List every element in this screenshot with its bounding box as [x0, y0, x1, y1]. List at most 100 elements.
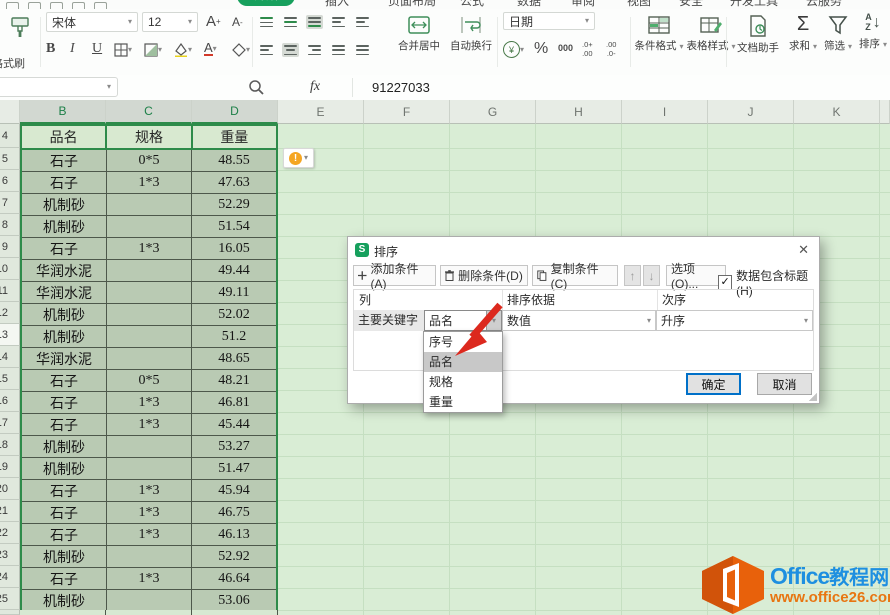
column-header-C[interactable]: C — [106, 100, 192, 124]
row-header-25[interactable]: 25 — [0, 588, 20, 610]
decrease-indent-button[interactable] — [330, 15, 347, 29]
quick-access-icon[interactable] — [6, 2, 19, 9]
column-header-H[interactable]: H — [536, 100, 622, 124]
cell-spec[interactable] — [107, 326, 192, 348]
menu-tab-6[interactable]: 视图 — [627, 0, 651, 9]
increase-decimal-button[interactable]: .0+.00 — [582, 40, 593, 58]
column-header-D[interactable]: D — [192, 100, 278, 124]
column-header-F[interactable]: F — [364, 100, 450, 124]
cell-header[interactable]: 规格 — [107, 126, 192, 148]
formula-input[interactable]: 91227033 — [372, 80, 430, 95]
move-down-button[interactable]: ↓ — [643, 265, 660, 286]
quick-access-icon[interactable] — [94, 2, 107, 9]
row-header-8[interactable]: 8 — [0, 214, 20, 236]
menu-tab-8[interactable]: 开发工具 — [730, 0, 778, 9]
menu-tab-1[interactable]: 插入 — [325, 0, 349, 9]
cell-weight[interactable]: 51.47 — [192, 458, 276, 480]
row-header-19[interactable]: 19 — [0, 456, 20, 478]
row-header-12[interactable]: 12 — [0, 302, 20, 324]
row-header-18[interactable]: 18 — [0, 434, 20, 456]
cell-header[interactable]: 品名 — [22, 126, 107, 148]
cell-spec[interactable]: 1*3 — [107, 524, 192, 546]
font-color-button[interactable]: A ▾ — [204, 41, 217, 56]
options-button[interactable]: 选项(O)... — [666, 265, 726, 286]
cell-weight[interactable]: 48.65 — [192, 348, 276, 370]
font-name-select[interactable]: 宋体 ▾ — [46, 12, 138, 32]
cell-name[interactable]: 机制砂 — [22, 546, 107, 568]
format-painter-icon[interactable] — [8, 15, 32, 39]
column-header-K[interactable]: K — [794, 100, 880, 124]
doc-helper-button[interactable]: 文档助手 — [732, 15, 784, 55]
number-format-select[interactable]: 日期 ▾ — [503, 12, 595, 30]
menu-tab-home[interactable]: 开始 — [237, 0, 295, 6]
cell-spec[interactable] — [107, 194, 192, 216]
row-header-23[interactable]: 23 — [0, 544, 20, 566]
cell-weight[interactable]: 46.75 — [192, 502, 276, 524]
row-header-10[interactable]: 10 — [0, 258, 20, 280]
cell-name[interactable]: 石子 — [22, 480, 107, 502]
cell-spec[interactable]: 1*3 — [107, 480, 192, 502]
row-header-14[interactable]: 14 — [0, 346, 20, 368]
currency-button[interactable]: ¥ ▾ — [503, 41, 524, 58]
format-painter-label[interactable]: 格式刷 — [0, 55, 25, 71]
cell-spec[interactable] — [107, 304, 192, 326]
cell-spec[interactable]: 0*5 — [107, 370, 192, 392]
menu-tab-7[interactable]: 安全 — [679, 0, 703, 9]
cell-weight[interactable]: 46.13 — [192, 524, 276, 546]
cell-spec[interactable] — [107, 282, 192, 304]
cell-name[interactable]: 石子 — [22, 150, 107, 172]
row-header-20[interactable]: 20 — [0, 478, 20, 500]
align-right-button[interactable] — [306, 43, 323, 57]
cell-spec[interactable] — [107, 260, 192, 282]
justify-button[interactable] — [330, 43, 347, 57]
cell-name[interactable]: 机制砂 — [22, 590, 107, 612]
row-header-5[interactable]: 5 — [0, 148, 20, 170]
cell-name[interactable]: 石子 — [22, 414, 107, 436]
add-condition-button[interactable]: 添加条件(A) — [353, 265, 436, 286]
row-header-4[interactable]: 4 — [0, 124, 20, 148]
row-header-partial[interactable] — [0, 610, 20, 615]
fill-color-button[interactable]: ▾ — [174, 43, 192, 57]
cell-name[interactable]: 石子 — [22, 172, 107, 194]
cell-weight[interactable]: 49.11 — [192, 282, 276, 304]
cell-spec[interactable]: 1*3 — [107, 568, 192, 590]
bold-button[interactable]: B — [46, 41, 55, 57]
increase-indent-button[interactable] — [354, 15, 371, 29]
cell-spec[interactable] — [107, 458, 192, 480]
cell-header[interactable]: 重量 — [193, 126, 276, 148]
cell-name[interactable]: 石子 — [22, 568, 107, 590]
fx-icon[interactable]: fx — [310, 79, 320, 95]
cell-weight[interactable]: 48.21 — [192, 370, 276, 392]
select-all-corner[interactable] — [0, 100, 20, 124]
cell-weight[interactable]: 51.54 — [192, 216, 276, 238]
delete-condition-button[interactable]: 删除条件(D) — [440, 265, 528, 286]
partial-row[interactable] — [20, 610, 278, 615]
menu-tab-4[interactable]: 数据 — [517, 0, 541, 9]
cell-spec[interactable]: 1*3 — [107, 172, 192, 194]
menu-tab-2[interactable]: 页面布局 — [388, 0, 436, 9]
cell-shading-button[interactable]: ▾ — [144, 43, 162, 57]
order-combobox[interactable]: 升序 ▾ — [656, 310, 813, 331]
row-header-11[interactable]: 11 — [0, 280, 20, 302]
cell-weight[interactable]: 45.94 — [192, 480, 276, 502]
cell-weight[interactable]: 48.55 — [192, 150, 276, 172]
thousands-separator-button[interactable]: 000 — [558, 43, 573, 53]
decrease-decimal-button[interactable]: .00.0- — [606, 40, 616, 58]
row-header-7[interactable]: 7 — [0, 192, 20, 214]
row-header-24[interactable]: 24 — [0, 566, 20, 588]
font-size-select[interactable]: 12 ▾ — [142, 12, 198, 32]
cell-weight[interactable]: 16.05 — [192, 238, 276, 260]
wrap-text-button[interactable]: 自动换行 — [448, 15, 494, 53]
quick-access-icon[interactable] — [50, 2, 63, 9]
move-up-button[interactable]: ↑ — [624, 265, 641, 286]
align-left-button[interactable] — [258, 43, 275, 57]
cell-name[interactable]: 机制砂 — [22, 326, 107, 348]
cell-name[interactable]: 机制砂 — [22, 194, 107, 216]
cell-name[interactable]: 华润水泥 — [22, 260, 107, 282]
column-header-E[interactable]: E — [278, 100, 364, 124]
sum-button[interactable]: Σ 求和 ▾ — [786, 13, 820, 53]
column-header-J[interactable]: J — [708, 100, 794, 124]
cell-name[interactable]: 石子 — [22, 238, 107, 260]
column-header-B[interactable]: B — [20, 100, 106, 124]
row-header-16[interactable]: 16 — [0, 390, 20, 412]
